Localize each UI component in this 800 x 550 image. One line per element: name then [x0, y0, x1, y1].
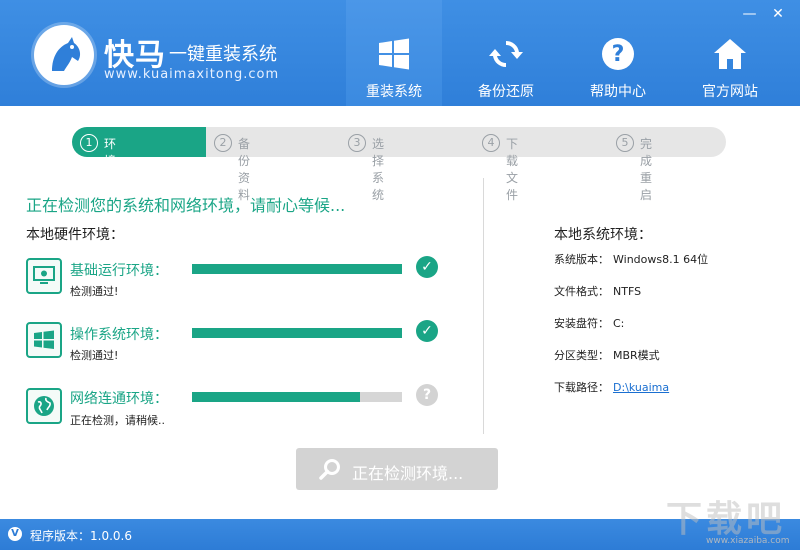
svg-text:?: ?: [612, 42, 625, 67]
info-file-format: 文件格式： NTFS: [554, 283, 641, 299]
download-path-link[interactable]: D:\kuaima: [613, 381, 669, 394]
globe-icon: [26, 388, 62, 424]
sync-arrows-icon: [489, 40, 523, 68]
info-download-path: 下载路径： D:\kuaima: [554, 379, 669, 395]
step-number: 1: [80, 134, 98, 152]
detecting-status-message: 正在检测您的系统和网络环境，请耐心等候...: [26, 196, 346, 215]
check-state: 检测通过!: [70, 349, 119, 362]
check-progress-fill: [192, 264, 402, 274]
info-key: 文件格式：: [554, 285, 609, 298]
header: 快马 一键重装系统 www.kuaimaxitong.com 重装系统 备份还原…: [0, 0, 800, 106]
info-key: 下载路径：: [554, 381, 609, 394]
windows-logo-icon: [26, 322, 62, 358]
step-label: 完成重启: [640, 137, 653, 202]
check-label: 操作系统环境：: [70, 327, 168, 343]
info-partition-type: 分区类型： MBR模式: [554, 347, 660, 363]
info-value: MBR模式: [613, 349, 660, 362]
check-progress-fill: [192, 392, 360, 402]
section-divider: [483, 178, 484, 434]
nav-label: 官方网站: [702, 84, 758, 100]
nav-backup-restore[interactable]: 备份还原: [458, 0, 554, 106]
home-icon: [714, 39, 746, 69]
detecting-button-label: 正在检测环境...: [352, 464, 464, 483]
monitor-icon: [26, 258, 62, 294]
brand-url: www.kuaimaxitong.com: [104, 67, 280, 82]
step-label: 下载文件: [506, 137, 519, 202]
horse-logo-icon: [34, 25, 94, 85]
windows-logo-icon: [379, 38, 409, 70]
version-badge-icon: V: [8, 527, 22, 541]
nav-label: 帮助中心: [590, 84, 646, 100]
step-number: 5: [616, 134, 634, 152]
check-label: 基础运行环境：: [70, 263, 168, 279]
step-number: 3: [348, 134, 366, 152]
close-button[interactable]: ✕: [766, 6, 790, 22]
brand-tagline: 一键重装系统: [169, 44, 277, 65]
check-progress-fill: [192, 328, 402, 338]
search-icon: [319, 459, 340, 480]
check-label: 网络连通环境：: [70, 391, 168, 407]
nav-help-center[interactable]: ? 帮助中心: [570, 0, 666, 106]
check-progress-bar: [192, 264, 402, 274]
step-number: 2: [214, 134, 232, 152]
check-icon: ✓: [416, 256, 438, 278]
minimize-button[interactable]: —: [738, 6, 762, 22]
question-icon: ?: [416, 384, 438, 406]
question-icon: ?: [602, 38, 634, 70]
nav-label: 备份还原: [478, 84, 534, 100]
check-progress-bar: [192, 328, 402, 338]
step-number: 4: [482, 134, 500, 152]
nav-reinstall-system[interactable]: 重装系统: [346, 0, 442, 106]
hardware-section-title: 本地硬件环境：: [26, 227, 124, 243]
check-state: 正在检测，请稍候..: [70, 414, 165, 427]
check-icon: ✓: [416, 320, 438, 342]
info-os-version: 系统版本： Windows8.1 64位: [554, 251, 708, 267]
system-section-title: 本地系统环境：: [554, 227, 652, 243]
info-key: 安装盘符：: [554, 317, 609, 330]
info-value: C:: [613, 317, 625, 330]
nav-label: 重装系统: [366, 84, 422, 100]
info-key: 系统版本：: [554, 253, 609, 266]
step-label: 选择系统: [372, 137, 385, 202]
check-progress-bar: [192, 392, 402, 402]
info-value: NTFS: [613, 285, 642, 298]
watermark-logo: 下载吧: [666, 499, 787, 540]
detecting-button[interactable]: 正在检测环境...: [296, 448, 498, 490]
info-value: Windows8.1 64位: [613, 253, 709, 266]
check-state: 检测通过!: [70, 285, 119, 298]
watermark-url: www.xiazaiba.com: [706, 536, 790, 546]
info-key: 分区类型：: [554, 349, 609, 362]
info-install-drive: 安装盘符： C:: [554, 315, 624, 331]
program-version: 程序版本：1.0.0.6: [30, 529, 132, 543]
